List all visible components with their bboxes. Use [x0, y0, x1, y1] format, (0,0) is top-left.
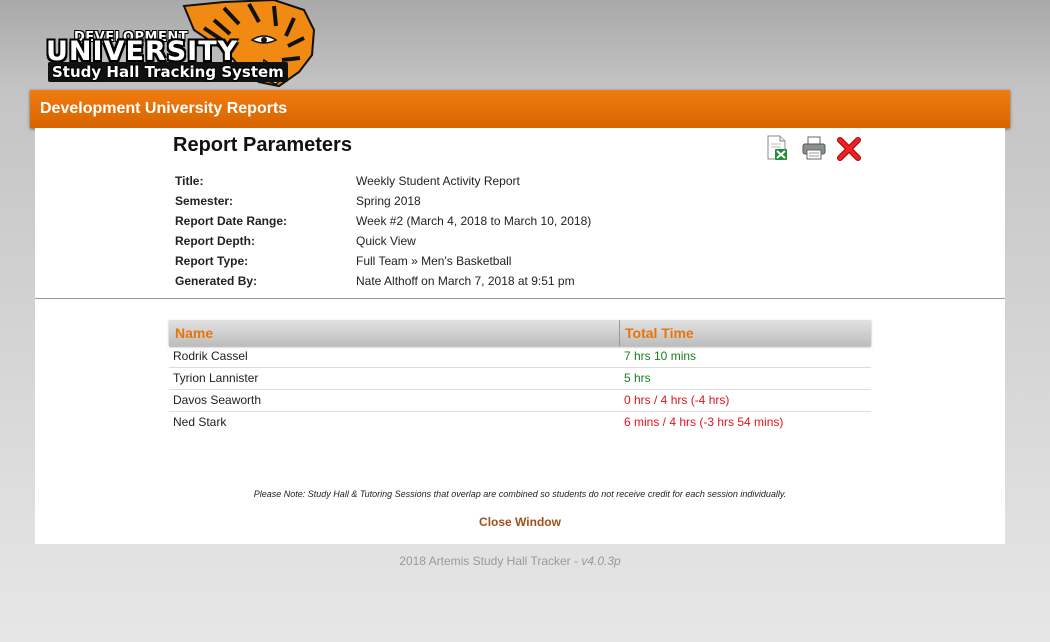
header-bar: Development University Reports [30, 90, 1010, 128]
param-value: Nate Althoff on March 7, 2018 at 9:51 pm [356, 274, 575, 288]
header-title: Development University Reports [40, 100, 288, 117]
printer-icon[interactable] [801, 135, 826, 161]
table-row: Rodrik Cassel 7 hrs 10 mins [169, 346, 871, 368]
param-value: Week #2 (March 4, 2018 to March 10, 2018… [356, 214, 592, 228]
param-value: Spring 2018 [356, 194, 421, 208]
footer: 2018 Artemis Study Hall Tracker - v4.0.3… [0, 554, 1020, 568]
param-label: Semester: [175, 194, 234, 208]
total-time: 6 mins / 4 hrs (-3 hrs 54 mins) [624, 415, 784, 429]
param-semester-row: Semester: Spring 2018 [175, 191, 775, 211]
param-label: Report Type: [175, 254, 249, 268]
param-date-range-row: Report Date Range: Week #2 (March 4, 201… [175, 211, 775, 231]
column-header-name[interactable]: Name [175, 320, 213, 346]
close-x-icon[interactable] [837, 135, 861, 161]
table-row: Davos Seaworth 0 hrs / 4 hrs (-4 hrs) [169, 390, 871, 412]
table-row: Ned Stark 6 mins / 4 hrs (-3 hrs 54 mins… [169, 412, 871, 433]
footer-text: 2018 Artemis Study Hall Tracker - [399, 554, 582, 568]
param-type-row: Report Type: Full Team » Men's Basketbal… [175, 251, 775, 271]
footer-version: v4.0.3p [581, 554, 621, 568]
student-name: Ned Stark [173, 415, 227, 429]
param-title-row: Title: Weekly Student Activity Report [175, 171, 775, 191]
total-time: 7 hrs 10 mins [624, 349, 697, 363]
student-name: Tyrion Lannister [173, 371, 259, 385]
param-label: Generated By: [175, 274, 258, 288]
column-separator [619, 320, 620, 346]
param-value: Weekly Student Activity Report [356, 174, 520, 188]
param-value: Quick View [356, 234, 416, 248]
student-time-table: Name Total Time Rodrik Cassel 7 hrs 10 m… [169, 320, 871, 433]
report-parameters-title: Report Parameters [173, 134, 352, 156]
total-time: 0 hrs / 4 hrs (-4 hrs) [624, 393, 730, 407]
overlap-note: Please Note: Study Hall & Tutoring Sessi… [253, 489, 787, 499]
total-time: 5 hrs [624, 371, 651, 385]
param-label: Report Date Range: [175, 214, 288, 228]
report-panel: Report Parameters Title: Weekly Student … [35, 128, 1005, 544]
logo: DEVELOPMENT UNIVERSITY Study Hall Tracki… [44, 0, 324, 90]
table-row: Tyrion Lannister 5 hrs [169, 368, 871, 390]
report-parameters: Title: Weekly Student Activity Report Se… [175, 171, 775, 291]
section-divider [35, 298, 1005, 299]
param-label: Title: [175, 174, 204, 188]
param-label: Report Depth: [175, 234, 255, 248]
student-name: Rodrik Cassel [173, 349, 248, 363]
logo-line-3: Study Hall Tracking System [48, 62, 288, 82]
param-value: Full Team » Men's Basketball [356, 254, 512, 268]
student-name: Davos Seaworth [173, 393, 262, 407]
param-generated-by-row: Generated By: Nate Althoff on March 7, 2… [175, 271, 775, 291]
table-header: Name Total Time [169, 320, 871, 346]
close-window-link[interactable]: Close Window [35, 515, 1005, 529]
column-header-total-time[interactable]: Total Time [625, 320, 694, 346]
close-window-label[interactable]: Close Window [479, 515, 561, 529]
excel-export-icon[interactable] [765, 135, 789, 161]
param-depth-row: Report Depth: Quick View [175, 231, 775, 251]
